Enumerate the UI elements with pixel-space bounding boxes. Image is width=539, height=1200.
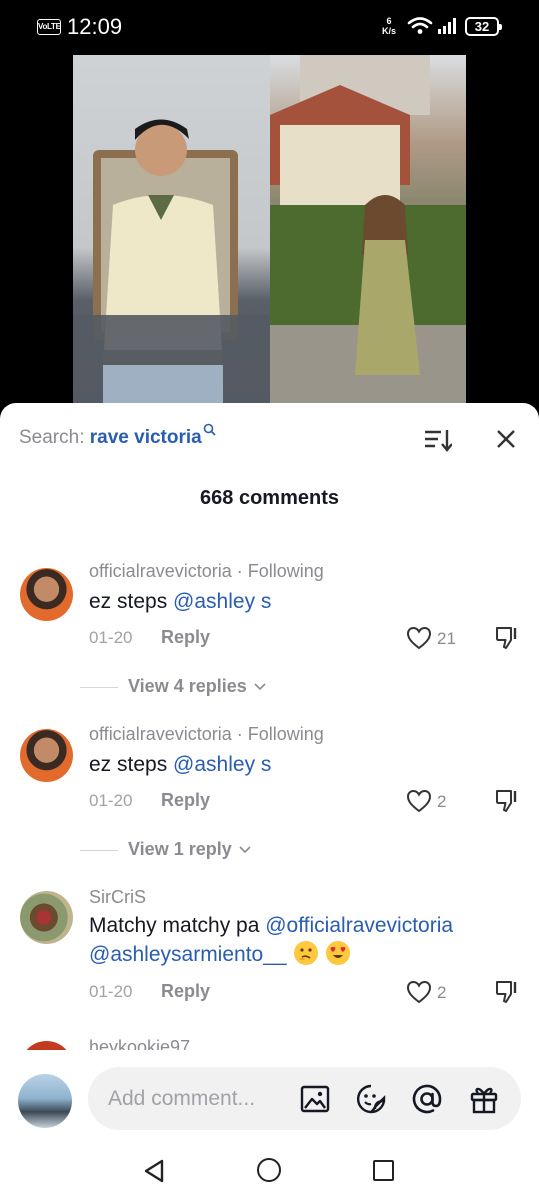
following-tag: · Following: [231, 724, 324, 744]
video-frame-right: [270, 55, 466, 405]
comment-text: ez steps @ashley s: [89, 750, 519, 779]
avatar[interactable]: [20, 891, 73, 944]
battery-icon: 32: [465, 17, 502, 36]
comment-text: ez steps @ashley s: [89, 587, 519, 616]
dislike-icon[interactable]: [494, 979, 520, 1005]
mention-link[interactable]: @ashleysarmiento__: [89, 943, 287, 966]
view-replies-label[interactable]: View 1 reply: [128, 839, 232, 859]
person-left-illustration: [73, 119, 270, 405]
status-bar: VoLTE 12:09 6 K/s 32: [0, 0, 539, 52]
view-replies-button[interactable]: View 1 reply: [80, 839, 251, 860]
comment-body: ez steps: [89, 590, 174, 613]
chevron-down-icon: [239, 846, 251, 854]
comment-date: 01-20: [89, 628, 133, 647]
mention-link[interactable]: @ashley s: [173, 753, 271, 776]
comment-body: Matchy matchy pa: [89, 914, 266, 937]
video-frame-left: [73, 55, 270, 405]
avatar[interactable]: [18, 1074, 72, 1128]
thinking-emoji-icon: [294, 941, 319, 965]
dislike-icon[interactable]: [494, 625, 520, 651]
recent-apps-icon[interactable]: [373, 1160, 394, 1181]
chevron-down-icon: [254, 683, 266, 691]
home-icon[interactable]: [257, 1158, 281, 1182]
network-speed: 6 K/s: [382, 16, 396, 36]
avatar[interactable]: [20, 568, 73, 621]
comment-body: ez steps: [89, 753, 174, 776]
comment-username[interactable]: officialravevictoria · Following: [89, 561, 324, 582]
search-label: Search:: [19, 427, 85, 448]
reply-button[interactable]: Reply: [161, 627, 210, 648]
network-speed-unit: K/s: [382, 26, 397, 36]
clock: 12:09: [67, 14, 123, 39]
comment-username[interactable]: officialravevictoria · Following: [89, 724, 324, 745]
following-tag: · Following: [231, 561, 324, 581]
divider-line: [80, 686, 118, 688]
signal-icon: [438, 18, 456, 34]
sort-icon[interactable]: [424, 428, 452, 452]
reply-button[interactable]: Reply: [161, 790, 210, 811]
heart-eyes-emoji-icon: [326, 941, 351, 965]
mention-icon[interactable]: [411, 1083, 443, 1115]
comment-text: Matchy matchy pa @officialravevictoria @…: [89, 911, 519, 969]
comment-input[interactable]: Add comment...: [88, 1067, 521, 1130]
comment-username[interactable]: SirCriS: [89, 887, 146, 908]
search-query[interactable]: rave victoria: [90, 427, 202, 448]
mention-link[interactable]: @officialravevictoria: [265, 914, 453, 937]
reply-button[interactable]: Reply: [161, 981, 210, 1002]
mention-link[interactable]: @ashley s: [173, 590, 271, 613]
comment-date: 01-20: [89, 791, 133, 810]
username-text[interactable]: SirCriS: [89, 887, 146, 907]
comment-date: 01-20: [89, 982, 133, 1001]
comment-count: 668 comments: [200, 487, 339, 509]
avatar[interactable]: [20, 729, 73, 782]
like-count: 21: [437, 629, 456, 648]
person-right-illustration: [270, 55, 466, 405]
close-icon[interactable]: [495, 428, 517, 450]
like-count: 2: [437, 792, 447, 811]
image-icon[interactable]: [299, 1083, 331, 1115]
back-icon[interactable]: [143, 1159, 165, 1183]
volte-icon: VoLTE: [37, 19, 61, 35]
dislike-icon[interactable]: [494, 788, 520, 814]
username-text[interactable]: officialravevictoria: [89, 561, 232, 581]
heart-icon[interactable]: [406, 626, 432, 650]
network-speed-value: 6: [386, 16, 392, 26]
like-count: 2: [437, 983, 447, 1002]
comment-input-placeholder[interactable]: Add comment...: [108, 1087, 255, 1111]
video-preview[interactable]: [73, 55, 466, 405]
wifi-icon: [407, 17, 433, 34]
view-replies-label[interactable]: View 4 replies: [128, 676, 247, 696]
heart-icon[interactable]: [406, 789, 432, 813]
username-text[interactable]: officialravevictoria: [89, 724, 232, 744]
divider-line: [80, 849, 118, 851]
heart-icon[interactable]: [406, 980, 432, 1004]
gift-icon[interactable]: [468, 1083, 500, 1115]
search-row[interactable]: Search: rave victoria: [19, 423, 216, 449]
view-replies-button[interactable]: View 4 replies: [80, 676, 266, 697]
search-icon: [203, 423, 216, 436]
sticker-icon[interactable]: [355, 1083, 387, 1115]
